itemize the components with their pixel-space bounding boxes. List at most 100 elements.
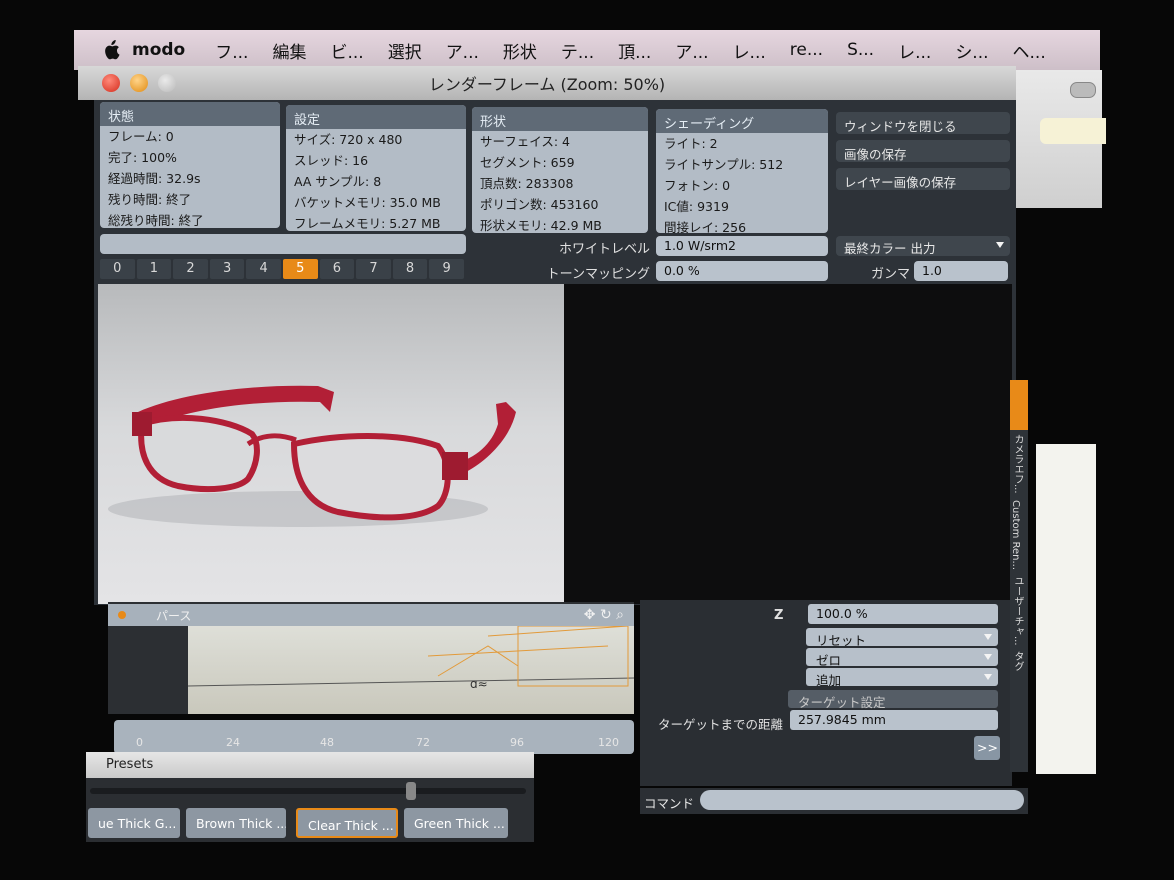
side-tab-custom-render[interactable]: Custom Ren... (1010, 500, 1021, 570)
geometry-vertices: 頂点数: 283308 (480, 176, 574, 191)
properties-panel: Z 100.0 % リセット ゼロ 追加 ターゲット設定 ターゲットまでの距離 … (640, 600, 1012, 786)
side-tab-active[interactable] (1010, 380, 1028, 430)
preset-item[interactable]: Brown Thick ... (186, 808, 286, 838)
apple-icon[interactable] (100, 39, 122, 61)
presets-header: Presets (86, 752, 534, 778)
svg-text:ɑ≈: ɑ≈ (470, 677, 488, 691)
menu-item-edit[interactable]: 編集 (260, 38, 318, 63)
frame-tab-5[interactable]: 5 (282, 259, 318, 279)
close-window-button[interactable]: ウィンドウを閉じる (836, 112, 1010, 134)
preset-item-selected[interactable]: Clear Thick ... (296, 808, 398, 838)
minimize-window-icon[interactable] (130, 74, 148, 92)
side-tab-user-channels[interactable]: ユーザーチャ... (1010, 576, 1025, 646)
save-layer-image-button[interactable]: レイヤー画像の保存 (836, 168, 1010, 190)
menu-item-a1[interactable]: ア... (434, 38, 491, 63)
timeline-tick-120: 120 (598, 736, 619, 749)
settings-panel: 設定 サイズ: 720 x 480 スレッド: 16 AA サンプル: 8 バケ… (286, 105, 466, 231)
menu-item-select[interactable]: 選択 (376, 38, 434, 63)
menu-item-a2[interactable]: ア... (663, 38, 720, 63)
timeline-tick-24: 24 (226, 736, 240, 749)
zero-button[interactable]: ゼロ (806, 648, 998, 668)
z-scale-field[interactable]: 100.0 % (808, 604, 998, 624)
frame-tab-9[interactable]: 9 (429, 259, 464, 279)
command-bar: コマンド (640, 788, 1028, 814)
geometry-surfaces: サーフェイス: 4 (480, 134, 571, 149)
side-tab-tags[interactable]: タグ (1010, 651, 1025, 671)
add-button[interactable]: 追加 (806, 668, 998, 688)
settings-size: サイズ: 720 x 480 (294, 132, 403, 147)
frame-tab-6[interactable]: 6 (319, 259, 355, 279)
shading-lights: ライト: 2 (664, 136, 718, 151)
timeline[interactable]: 0 24 48 72 96 120 (114, 720, 634, 754)
window-title: レンダーフレーム (Zoom: 50%) (428, 75, 666, 94)
frame-tab-4[interactable]: 4 (246, 259, 281, 279)
settings-threads: スレッド: 16 (294, 153, 369, 168)
viewport-nav-icons[interactable]: ✥ ↻ ⌕ (584, 607, 624, 623)
settings-bucket-memory: バケットメモリ: 35.0 MB (294, 195, 441, 210)
preset-item[interactable]: Green Thick ... (404, 808, 508, 838)
menu-item-shi[interactable]: シ... (943, 38, 1000, 63)
viewport-toolbar: パース ✥ ↻ ⌕ (108, 604, 634, 626)
geometry-polygons: ポリゴン数: 453160 (480, 197, 599, 212)
presets-window: Presets ue Thick G... Brown Thick ... Cl… (86, 752, 534, 842)
status-total-remaining: 総残り時間: 終了 (108, 213, 204, 228)
gamma-field[interactable]: 1.0 (914, 261, 1008, 281)
menu-item-re2[interactable]: re... (778, 40, 835, 60)
frame-tab-3[interactable]: 3 (209, 259, 245, 279)
timeline-tick-96: 96 (510, 736, 524, 749)
status-frame: フレーム: 0 (108, 129, 174, 144)
white-level-field[interactable]: 1.0 W/srm2 (656, 236, 828, 256)
close-window-icon[interactable] (102, 74, 120, 92)
frame-tab-2[interactable]: 2 (173, 259, 208, 279)
target-distance-field[interactable]: 257.9845 mm (790, 710, 998, 730)
frame-tab-7[interactable]: 7 (356, 259, 391, 279)
toolbar-toggle-icon[interactable] (1070, 82, 1096, 98)
menu-item-file[interactable]: フ... (203, 38, 260, 63)
preset-item[interactable]: ue Thick G... (88, 808, 180, 838)
command-input[interactable] (700, 790, 1024, 810)
viewport-tab-perspective[interactable]: パース (156, 607, 191, 624)
z-label: Z (774, 608, 784, 623)
render-window-titlebar[interactable]: レンダーフレーム (Zoom: 50%) (78, 66, 1016, 100)
frame-tabs: 0 1 2 3 4 5 6 7 8 9 (100, 259, 466, 279)
zoom-window-icon[interactable] (158, 74, 176, 92)
timeline-tick-0: 0 (136, 736, 143, 749)
presets-slider-handle[interactable] (406, 782, 416, 800)
menu-item-help[interactable]: ヘ... (1001, 38, 1058, 63)
menu-item-te[interactable]: テ... (549, 38, 606, 63)
menu-item-view[interactable]: ビ... (318, 38, 375, 63)
shading-light-samples: ライトサンプル: 512 (664, 157, 784, 172)
tone-mapping-field[interactable]: 0.0 % (656, 261, 828, 281)
frame-tab-8[interactable]: 8 (392, 259, 428, 279)
menu-item-geometry[interactable]: 形状 (491, 38, 549, 63)
side-tab-camera-effects[interactable]: カメラエフ... (1010, 434, 1025, 494)
frame-tab-1[interactable]: 1 (136, 259, 172, 279)
menu-item-re3[interactable]: レ... (886, 38, 943, 63)
menubar: modo フ... 編集 ビ... 選択 ア... 形状 テ... 頂... ア… (74, 30, 1100, 70)
render-empty-area (564, 284, 1012, 604)
shading-ic-value: IC値: 9319 (664, 199, 729, 214)
menu-item-re1[interactable]: レ... (721, 38, 778, 63)
reset-button[interactable]: リセット (806, 628, 998, 648)
render-image (98, 284, 564, 604)
background-field[interactable] (1040, 118, 1106, 144)
status-remaining: 残り時間: 終了 (108, 192, 192, 207)
viewport-scene[interactable]: ɑ≈ (187, 625, 635, 714)
menu-item-s[interactable]: S... (835, 40, 886, 60)
target-settings-button[interactable]: ターゲット設定 (788, 690, 998, 710)
save-image-button[interactable]: 画像の保存 (836, 140, 1010, 162)
white-level-label: ホワイトレベル (558, 242, 650, 257)
menu-item-vertex[interactable]: 頂... (606, 38, 663, 63)
output-select-label: 最終カラー 出力 (844, 241, 936, 256)
command-label: コマンド (644, 796, 695, 811)
frame-tab-0[interactable]: 0 (100, 259, 135, 279)
presets-slider-track[interactable] (90, 788, 526, 794)
settings-frame-memory: フレームメモリ: 5.27 MB (294, 216, 441, 231)
status-panel: 状態 フレーム: 0 完了: 100% 経過時間: 32.9s 残り時間: 終了… (100, 102, 280, 228)
menu-app-name[interactable]: modo (128, 40, 203, 60)
more-button[interactable]: >> (974, 736, 1000, 760)
output-select[interactable]: 最終カラー 出力 (836, 236, 1010, 256)
reset-label: リセット (816, 633, 867, 648)
gamma-label: ガンマ (870, 267, 910, 282)
shading-indirect-rays: 間接レイ: 256 (664, 220, 747, 235)
